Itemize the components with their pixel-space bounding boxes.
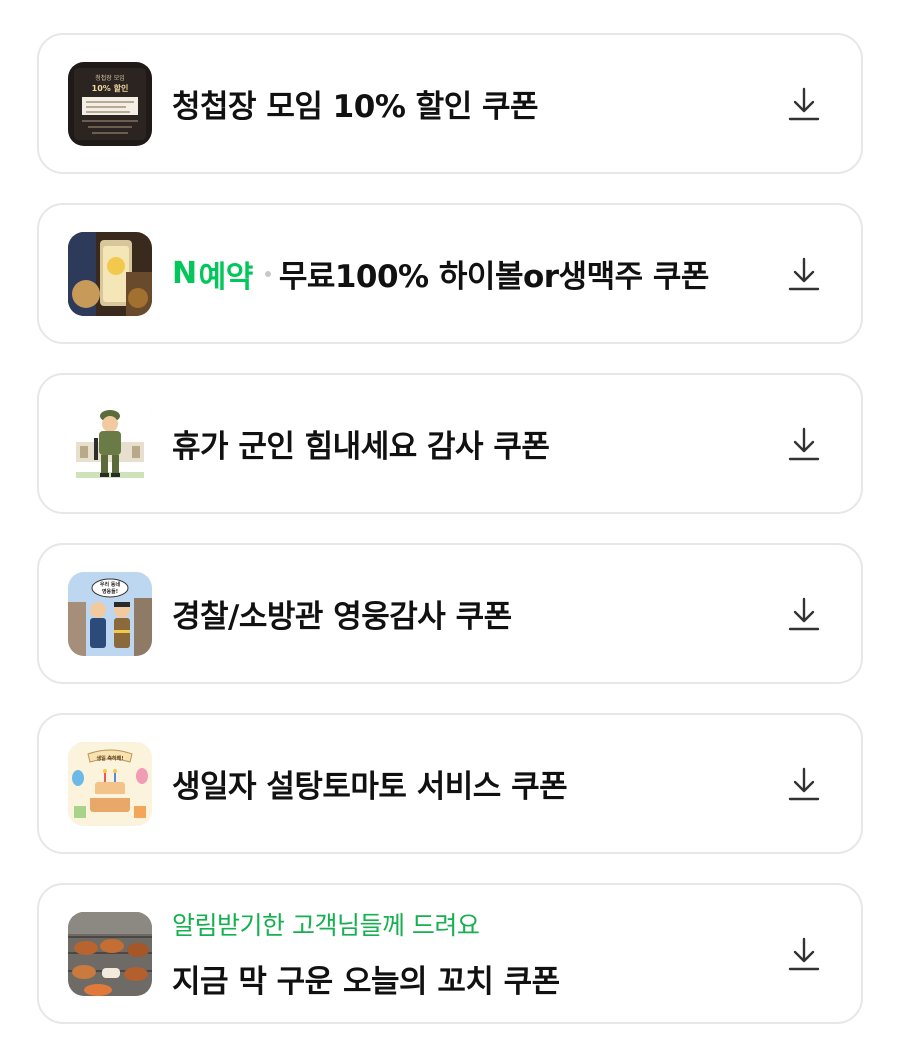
coupon-card-wedding[interactable]: 청첩장 모임 10% 할인 청첩장 모임 10% 할인 쿠폰 bbox=[37, 33, 863, 174]
download-icon[interactable] bbox=[787, 256, 821, 292]
coupon-card-hero[interactable]: 우리 동네 영웅들! 경찰/소방관 영웅감사 쿠폰 bbox=[37, 543, 863, 684]
coupon-title: 청첩장 모임 10% 할인 쿠폰 bbox=[172, 89, 539, 125]
download-icon[interactable] bbox=[787, 766, 821, 802]
soldier-illustration bbox=[68, 402, 152, 486]
coupon-card-soldier[interactable]: 휴가 군인 힘내세요 감사 쿠폰 bbox=[37, 373, 863, 514]
thumb-text-line-1: 생일 축하해! bbox=[96, 755, 123, 762]
coupon-card-highball[interactable]: N 예약 무료100% 하이볼or생맥주 쿠폰 bbox=[37, 203, 863, 344]
coupon-title: 생일자 설탕토마토 서비스 쿠폰 bbox=[172, 769, 568, 805]
coupon-card-birthday[interactable]: 생일 축하해! 생일자 설탕토마토 서비스 쿠폰 bbox=[37, 713, 863, 854]
dot-separator bbox=[264, 270, 271, 277]
naver-badge-label: 예약 bbox=[198, 259, 254, 295]
download-icon[interactable] bbox=[787, 936, 821, 972]
coupon-title: 경찰/소방관 영웅감사 쿠폰 bbox=[172, 599, 512, 635]
coupon-card-skewer[interactable]: 알림받기한 고객님들께 드려요 지금 막 구운 오늘의 꼬치 쿠폰 bbox=[37, 883, 863, 1024]
naver-reservation-badge: N 예약 bbox=[172, 252, 253, 296]
thumb-text-line-1: 우리 동네 bbox=[100, 581, 121, 588]
coupon-title: 무료100% 하이볼or생맥주 쿠폰 bbox=[278, 259, 710, 295]
grilled-skewers-image bbox=[68, 912, 152, 996]
thumb-text-line-1: 청첩장 모임 bbox=[95, 74, 125, 82]
coupon-title: 지금 막 구운 오늘의 꼬치 쿠폰 bbox=[172, 964, 560, 1000]
coupon-title: 휴가 군인 힘내세요 감사 쿠폰 bbox=[172, 429, 550, 465]
coupon-list: 청첩장 모임 10% 할인 청첩장 모임 10% 할인 쿠폰 N 예약 무료10… bbox=[37, 33, 863, 1053]
download-icon[interactable] bbox=[787, 86, 821, 122]
coupon-subtitle: 알림받기한 고객님들께 드려요 bbox=[172, 911, 480, 940]
birthday-cake-illustration: 생일 축하해! bbox=[68, 742, 152, 826]
download-icon[interactable] bbox=[787, 596, 821, 632]
invitation-card-image: 청첩장 모임 10% 할인 bbox=[68, 62, 152, 146]
download-icon[interactable] bbox=[787, 426, 821, 462]
naver-logo: N bbox=[172, 256, 197, 291]
highball-drink-image bbox=[68, 232, 152, 316]
police-firefighter-illustration: 우리 동네 영웅들! bbox=[68, 572, 152, 656]
thumb-text-line-2: 영웅들! bbox=[102, 588, 118, 595]
thumb-text-line-2: 10% 할인 bbox=[92, 83, 129, 93]
